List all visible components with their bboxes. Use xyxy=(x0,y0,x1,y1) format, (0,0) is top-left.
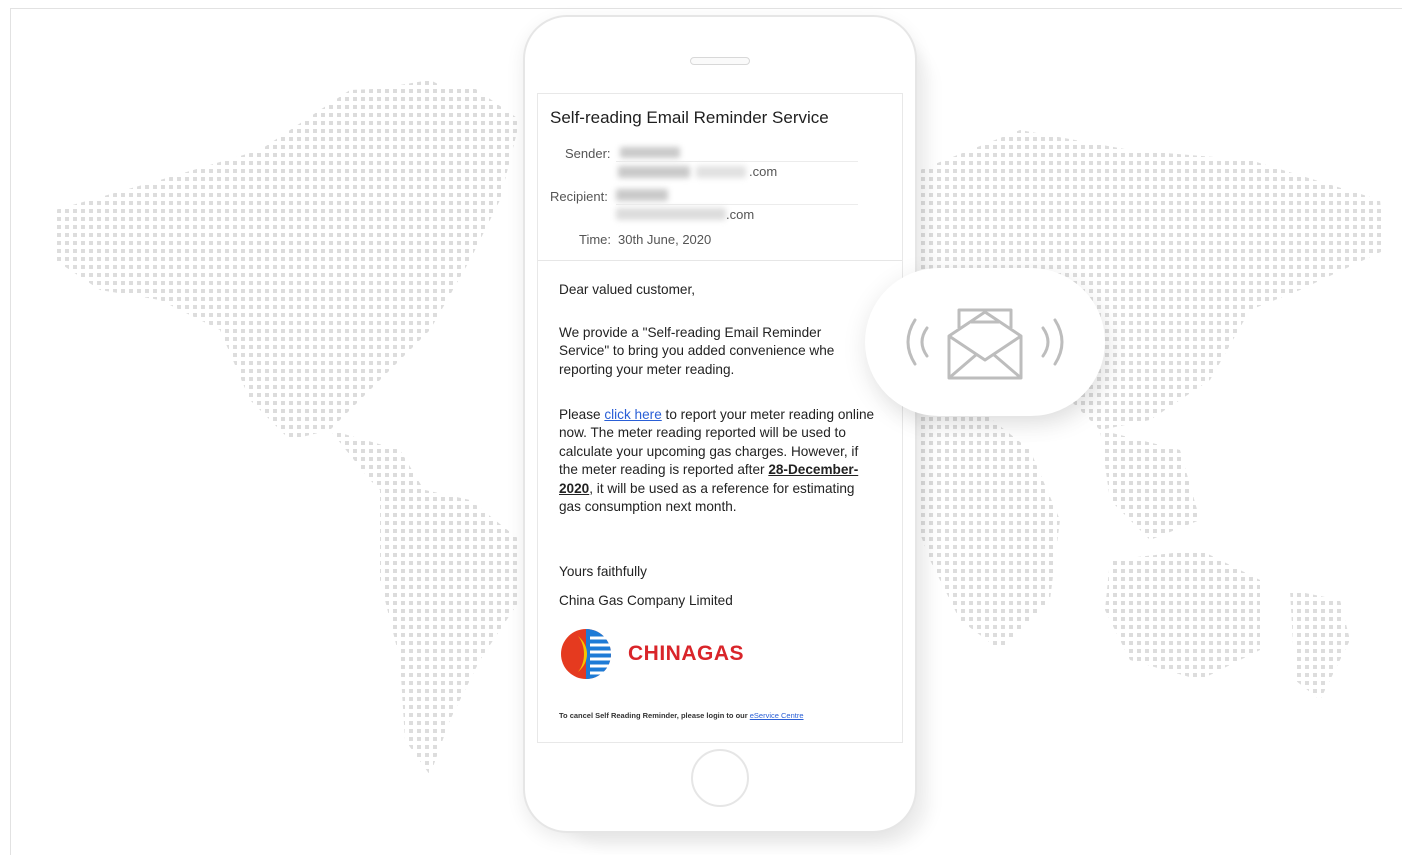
intro-paragraph: We provide a "Self-reading Email Reminde… xyxy=(559,325,835,377)
sender-underline xyxy=(616,161,858,162)
phone-mockup: Self-reading Email Reminder Service Send… xyxy=(523,15,917,833)
instructions-paragraph: Please click here to report your meter r… xyxy=(559,406,879,516)
sender-name-redacted xyxy=(620,147,680,158)
p2-text-end: , it will be used as a reference for est… xyxy=(559,480,855,515)
sender-email-redacted xyxy=(618,166,690,178)
phone-home-button xyxy=(691,749,749,807)
click-here-link[interactable]: click here xyxy=(604,407,661,422)
time-value: 30th June, 2020 xyxy=(618,232,712,247)
recipient-email-redacted xyxy=(616,208,726,220)
company-name: China Gas Company Limited xyxy=(559,593,733,608)
greeting: Dear valued customer, xyxy=(559,282,696,297)
sender-email-redacted-2 xyxy=(696,166,746,178)
phone-speaker xyxy=(690,57,750,65)
eservice-centre-link[interactable]: eService Centre xyxy=(750,711,804,720)
envelope-icon xyxy=(947,308,1023,380)
email-view: Self-reading Email Reminder Service Send… xyxy=(537,93,903,743)
sender-label: Sender: xyxy=(565,146,611,161)
chinagas-logo: CHINAGAS xyxy=(560,626,760,682)
recipient-underline xyxy=(616,204,858,205)
recipient-name-redacted xyxy=(616,189,668,201)
chinagas-logo-icon xyxy=(561,629,616,679)
header-divider xyxy=(538,260,902,261)
email-title: Self-reading Email Reminder Service xyxy=(550,108,829,127)
recipient-email-domain[interactable]: .com xyxy=(726,207,754,222)
time-label: Time: xyxy=(579,232,612,247)
footer-text: To cancel Self Reading Reminder, please … xyxy=(559,711,750,720)
recipient-label: Recipient: xyxy=(550,189,608,204)
footer-note: To cancel Self Reading Reminder, please … xyxy=(559,711,804,720)
closing: Yours faithfully xyxy=(559,564,647,579)
envelope-badge xyxy=(865,268,1105,416)
p2-text-start: Please xyxy=(559,407,605,422)
sender-email-domain[interactable]: .com xyxy=(749,164,777,179)
logo-text: CHINAGAS xyxy=(628,642,745,665)
